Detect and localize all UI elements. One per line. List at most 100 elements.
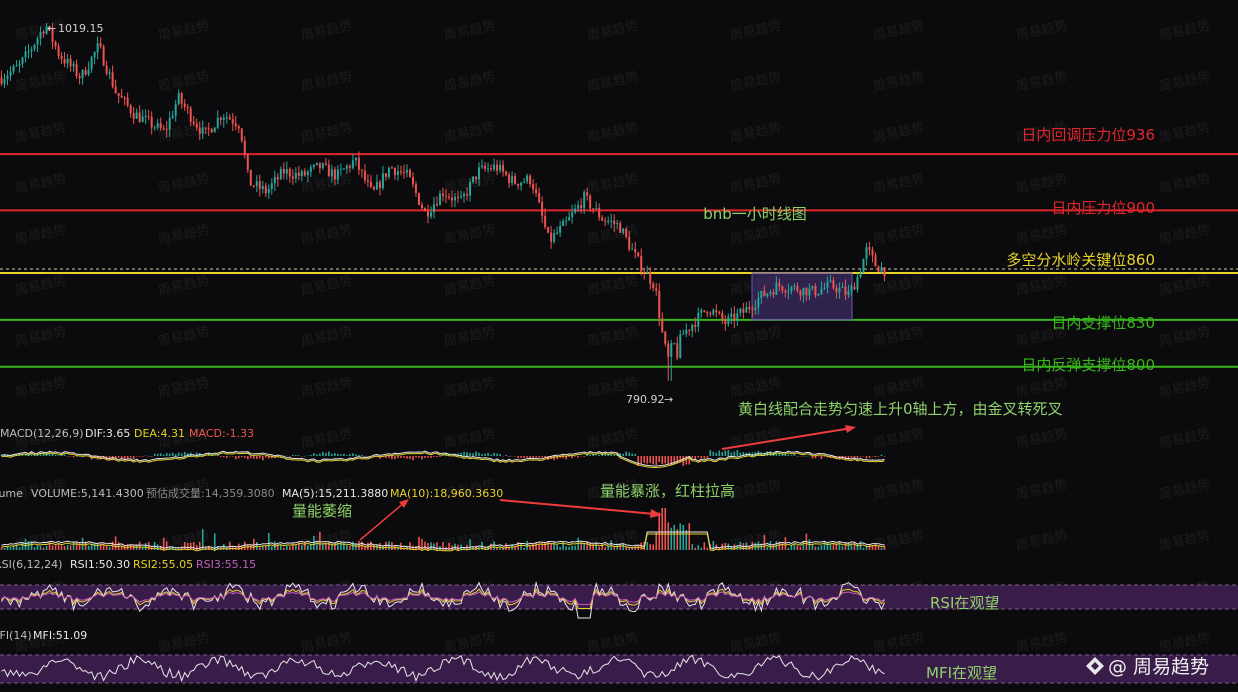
macd-bar: [367, 456, 369, 457]
macd-bar: [183, 451, 186, 456]
low-price-label: 790.92: [626, 393, 665, 406]
candle-body: [84, 69, 87, 75]
volume-bar: [793, 544, 796, 550]
watermark-text: 周易趋势: [729, 425, 783, 451]
candle-body: [432, 204, 435, 213]
volume-label: Volume: [0, 487, 23, 500]
macd-bar: [325, 452, 327, 456]
macd-bar: [709, 450, 712, 456]
volume-bar: [526, 540, 528, 550]
macd-bar: [712, 451, 715, 456]
macd-bar: [400, 456, 402, 459]
volume-bar: [265, 546, 267, 550]
watermark-text: 周易趋势: [729, 68, 783, 94]
macd-bar: [598, 454, 600, 456]
macd-bar: [520, 456, 522, 458]
volume-bar: [346, 545, 348, 550]
candle-body: [547, 227, 550, 233]
watermark-text: 周易趋势: [443, 119, 497, 145]
volume-bar: [634, 546, 637, 550]
macd-bar: [295, 454, 297, 456]
candle-body: [868, 247, 871, 250]
candle-body: [859, 272, 862, 278]
level-label: 日内支撑位830: [1051, 314, 1155, 332]
candle-body: [285, 169, 288, 174]
candle-body: [237, 126, 240, 129]
volume-bar: [766, 546, 769, 550]
candle-body: [691, 324, 694, 331]
macd-bar: [541, 456, 543, 458]
candle-body: [700, 310, 703, 313]
volume-bar: [252, 538, 255, 550]
candle-body: [748, 306, 751, 310]
volume-bar: [69, 545, 72, 550]
candle-body: [727, 316, 730, 324]
watermark-text: 周易趋势: [1158, 323, 1212, 349]
candle-body: [108, 72, 111, 74]
candle-body: [384, 173, 387, 177]
macd-bar: [505, 454, 507, 456]
watermark-text: 周易趋势: [729, 221, 783, 247]
macd-bar: [343, 453, 345, 456]
candle-body: [30, 49, 33, 52]
candle-body: [874, 255, 877, 267]
watermark-text: 周易趋势: [729, 170, 783, 196]
macd-bar: [307, 455, 309, 456]
macd-bar: [649, 456, 652, 463]
macd-bar: [799, 456, 802, 457]
candle-body: [273, 177, 276, 184]
volume-bar: [667, 522, 670, 550]
volume-bar: [574, 545, 576, 550]
candle-body: [550, 232, 553, 242]
candle-body: [676, 343, 679, 358]
macd-bar: [580, 456, 582, 457]
volume-bar: [556, 545, 558, 550]
macd-bar: [811, 456, 814, 459]
volume-bar: [697, 545, 700, 550]
candle-body: [252, 185, 255, 187]
candle-body: [333, 169, 336, 180]
macd-bar: [340, 454, 342, 456]
watermark-text: 周易趋势: [872, 527, 926, 553]
volume-bar: [42, 547, 45, 550]
watermark-text: 周易趋势: [443, 374, 497, 400]
candle-body: [435, 204, 438, 206]
macd-bar: [706, 456, 709, 458]
candle-body: [598, 208, 601, 218]
macd-bar: [478, 452, 480, 456]
watermark-text: 周易趋势: [872, 170, 926, 196]
candle-body: [117, 92, 120, 96]
candle-body: [18, 63, 21, 66]
macd-bar: [153, 453, 156, 456]
macd-bar: [361, 454, 363, 456]
candle-body: [466, 193, 469, 196]
volume-bar: [33, 547, 36, 550]
macd-bar: [406, 456, 408, 459]
volume-bar: [325, 543, 327, 550]
volume-bar: [646, 541, 649, 550]
candle-body: [526, 175, 529, 182]
volume-bar: [751, 541, 754, 550]
volume-bar: [700, 547, 703, 550]
candle-body: [508, 174, 511, 184]
candle-body: [757, 298, 760, 308]
macd-bar: [517, 456, 519, 459]
candle-body: [192, 121, 195, 124]
volume-bar: [358, 540, 360, 550]
volume-bar: [243, 541, 246, 550]
rsi1-value: RSI1:50.30: [70, 558, 130, 571]
rsi-annotation: RSI在观望: [930, 594, 999, 612]
macd-bar: [523, 456, 525, 458]
volume-bar: [286, 545, 288, 550]
candle-body: [393, 167, 396, 175]
macd-bar: [394, 456, 396, 460]
watermark-text: 周易趋势: [1015, 272, 1069, 298]
macd-bar: [331, 453, 333, 456]
volume-bar: [796, 545, 799, 550]
volume-bar: [45, 545, 48, 550]
candle-body: [817, 293, 820, 296]
candle-body: [417, 193, 420, 205]
volume-bar: [559, 547, 561, 550]
candle-body: [538, 192, 541, 203]
candle-body: [174, 104, 177, 116]
